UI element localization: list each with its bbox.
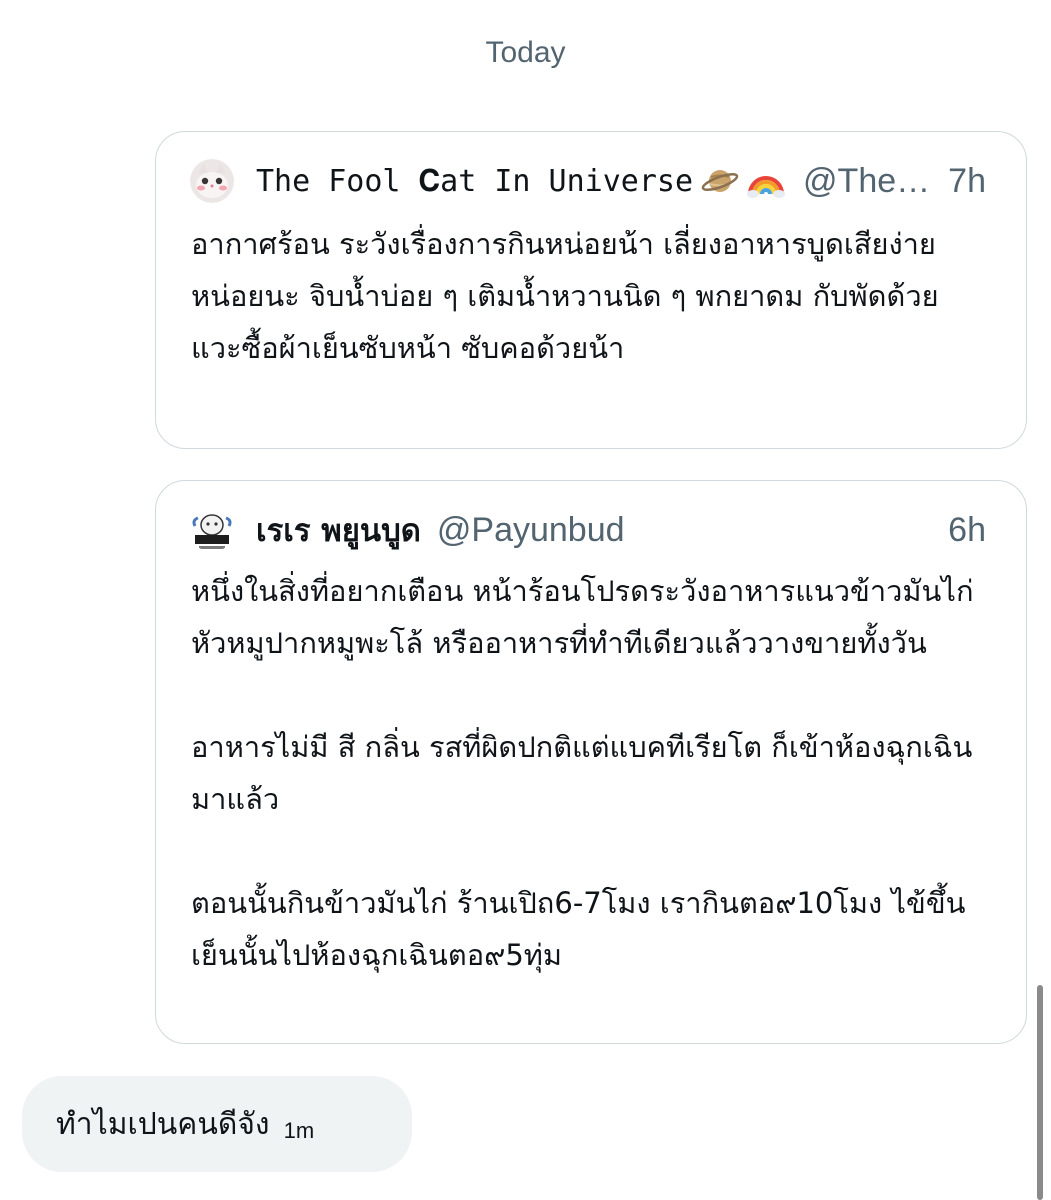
date-separator: Today	[485, 36, 566, 69]
message-timestamp: 1m	[283, 1118, 315, 1143]
quoted-tweet-card[interactable]: เรเร พยูนบูด @Payunbud 6h หนึ่งในสิ่งที่…	[155, 480, 1027, 1044]
tweet-text: อากาศร้อน ระวังเรื่องการกินหน่อยน้า เลี่…	[191, 218, 996, 374]
quoted-tweet-card[interactable]: The Fool 𝐂at In Universe @TheF... 7h อาก…	[155, 131, 1027, 449]
handle[interactable]: @Payunbud	[437, 511, 930, 550]
rainbow-icon	[747, 162, 786, 200]
saturn-icon	[701, 162, 739, 200]
tweet-paragraph: อากาศร้อน ระวังเรื่องการกินหน่อยน้า เลี่…	[191, 227, 939, 365]
tweet-text: หนึ่งในสิ่งที่อยากเตือน หน้าร้อนโปรดระวั…	[191, 565, 996, 981]
tweet-paragraph: ตอนนั้นกินข้าวมันไก่ ร้านเปิถ6-7โมง เราก…	[191, 886, 966, 972]
scrollbar[interactable]	[1037, 985, 1043, 1200]
message-text: ทำไมเปนคนดีจัง	[56, 1106, 270, 1142]
tweet-header: เรเร พยูนบูด @Payunbud 6h	[190, 505, 986, 555]
display-name[interactable]: The Fool 𝐂at In Universe	[256, 164, 693, 199]
tweet-header: The Fool 𝐂at In Universe @TheF... 7h	[190, 156, 986, 206]
tweet-paragraph: อาหารไม่มี สี กลิ่น รสที่ผิดปกติแต่แบคที…	[191, 730, 973, 816]
timestamp[interactable]: 7h	[948, 162, 986, 201]
message-bubble[interactable]: ทำไมเปนคนดีจัง 1m	[22, 1076, 412, 1172]
handle[interactable]: @TheF...	[803, 162, 930, 201]
timestamp[interactable]: 6h	[948, 511, 986, 550]
tweet-paragraph: หนึ่งในสิ่งที่อยากเตือน หน้าร้อนโปรดระวั…	[191, 574, 974, 660]
display-name[interactable]: เรเร พยูนบูด	[256, 505, 421, 555]
avatar[interactable]	[190, 159, 234, 203]
avatar[interactable]	[190, 508, 234, 552]
